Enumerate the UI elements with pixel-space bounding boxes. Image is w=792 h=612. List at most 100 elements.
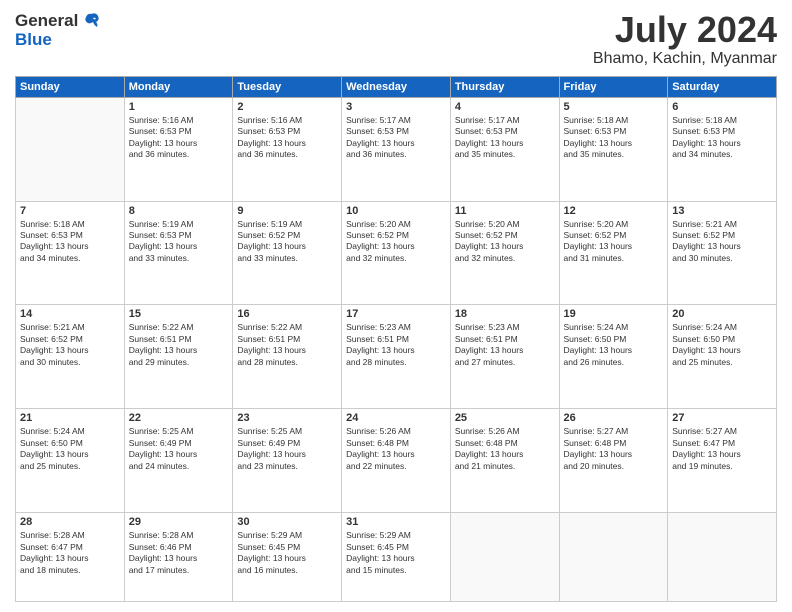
table-row: 11Sunrise: 5:20 AM Sunset: 6:52 PM Dayli… bbox=[450, 201, 559, 305]
day-number: 24 bbox=[346, 412, 446, 424]
table-row: 25 Sunrise: 5:26 AM Sunset: 6:48 PM Dayli… bbox=[450, 409, 559, 513]
day-info: Sunrise: 5:28 AM Sunset: 6:47 PM Dayligh… bbox=[20, 530, 120, 576]
table-row bbox=[16, 97, 125, 201]
calendar-week-row: 21 Sunrise: 5:24 AM Sunset: 6:50 PM Dayli… bbox=[16, 409, 777, 513]
title-section: July 2024 Bhamo, Kachin, Myanmar bbox=[593, 10, 777, 68]
table-row: 1 Sunrise: 5:16 AM Sunset: 6:53 PM Daylig… bbox=[124, 97, 233, 201]
table-row: 18 Sunrise: 5:23 AM Sunset: 6:51 PM Dayli… bbox=[450, 305, 559, 409]
day-number: 13 bbox=[672, 205, 772, 217]
day-info: Sunrise: 5:16 AM Sunset: 6:53 PM Dayligh… bbox=[129, 115, 229, 161]
day-number: 26 bbox=[564, 412, 664, 424]
header-tuesday: Tuesday bbox=[233, 76, 342, 97]
table-row bbox=[450, 513, 559, 602]
logo-general: General bbox=[15, 11, 78, 31]
table-row: 3 Sunrise: 5:17 AM Sunset: 6:53 PM Daylig… bbox=[342, 97, 451, 201]
day-number: 21 bbox=[20, 412, 120, 424]
day-info: Sunrise: 5:22 AM Sunset: 6:51 PM Dayligh… bbox=[237, 322, 337, 368]
day-number: 3 bbox=[346, 101, 446, 113]
day-info: Sunrise: 5:23 AM Sunset: 6:51 PM Dayligh… bbox=[455, 322, 555, 368]
day-info: Sunrise: 5:24 AM Sunset: 6:50 PM Dayligh… bbox=[672, 322, 772, 368]
day-number: 7 bbox=[20, 205, 120, 217]
header-thursday: Thursday bbox=[450, 76, 559, 97]
table-row: 9Sunrise: 5:19 AM Sunset: 6:52 PM Daylig… bbox=[233, 201, 342, 305]
table-row: 10Sunrise: 5:20 AM Sunset: 6:52 PM Dayli… bbox=[342, 201, 451, 305]
day-info: Sunrise: 5:16 AM Sunset: 6:53 PM Dayligh… bbox=[237, 115, 337, 161]
table-row: 5 Sunrise: 5:18 AM Sunset: 6:53 PM Daylig… bbox=[559, 97, 668, 201]
day-number: 18 bbox=[455, 308, 555, 320]
day-info: Sunrise: 5:19 AM Sunset: 6:53 PM Dayligh… bbox=[129, 219, 229, 265]
header-friday: Friday bbox=[559, 76, 668, 97]
day-number: 20 bbox=[672, 308, 772, 320]
day-number: 2 bbox=[237, 101, 337, 113]
table-row: 31Sunrise: 5:29 AM Sunset: 6:45 PM Dayli… bbox=[342, 513, 451, 602]
day-info: Sunrise: 5:23 AM Sunset: 6:51 PM Dayligh… bbox=[346, 322, 446, 368]
day-number: 23 bbox=[237, 412, 337, 424]
header-sunday: Sunday bbox=[16, 76, 125, 97]
day-number: 28 bbox=[20, 516, 120, 528]
calendar-table: Sunday Monday Tuesday Wednesday Thursday… bbox=[15, 76, 777, 602]
day-info: Sunrise: 5:29 AM Sunset: 6:45 PM Dayligh… bbox=[346, 530, 446, 576]
table-row: 21 Sunrise: 5:24 AM Sunset: 6:50 PM Dayli… bbox=[16, 409, 125, 513]
day-info: Sunrise: 5:18 AM Sunset: 6:53 PM Dayligh… bbox=[564, 115, 664, 161]
day-number: 25 bbox=[455, 412, 555, 424]
day-info: Sunrise: 5:27 AM Sunset: 6:47 PM Dayligh… bbox=[672, 426, 772, 472]
day-number: 17 bbox=[346, 308, 446, 320]
day-info: Sunrise: 5:25 AM Sunset: 6:49 PM Dayligh… bbox=[129, 426, 229, 472]
day-info: Sunrise: 5:24 AM Sunset: 6:50 PM Dayligh… bbox=[20, 426, 120, 472]
page-header: General Blue July 2024 Bhamo, Kachin, My… bbox=[15, 10, 777, 68]
day-info: Sunrise: 5:20 AM Sunset: 6:52 PM Dayligh… bbox=[455, 219, 555, 265]
table-row: 30 Sunrise: 5:29 AM Sunset: 6:45 PM Dayli… bbox=[233, 513, 342, 602]
header-monday: Monday bbox=[124, 76, 233, 97]
table-row: 23Sunrise: 5:25 AM Sunset: 6:49 PM Dayli… bbox=[233, 409, 342, 513]
table-row: 17 Sunrise: 5:23 AM Sunset: 6:51 PM Dayli… bbox=[342, 305, 451, 409]
table-row: 4Sunrise: 5:17 AM Sunset: 6:53 PM Daylig… bbox=[450, 97, 559, 201]
table-row: 20 Sunrise: 5:24 AM Sunset: 6:50 PM Dayli… bbox=[668, 305, 777, 409]
table-row: 19Sunrise: 5:24 AM Sunset: 6:50 PM Dayli… bbox=[559, 305, 668, 409]
logo-bird-icon bbox=[80, 10, 102, 32]
table-row bbox=[559, 513, 668, 602]
day-number: 8 bbox=[129, 205, 229, 217]
table-row: 22 Sunrise: 5:25 AM Sunset: 6:49 PM Dayli… bbox=[124, 409, 233, 513]
table-row: 28 Sunrise: 5:28 AM Sunset: 6:47 PM Dayli… bbox=[16, 513, 125, 602]
table-row: 26 Sunrise: 5:27 AM Sunset: 6:48 PM Dayli… bbox=[559, 409, 668, 513]
table-row: 6Sunrise: 5:18 AM Sunset: 6:53 PM Daylig… bbox=[668, 97, 777, 201]
table-row bbox=[668, 513, 777, 602]
day-number: 30 bbox=[237, 516, 337, 528]
day-number: 22 bbox=[129, 412, 229, 424]
day-number: 4 bbox=[455, 101, 555, 113]
day-info: Sunrise: 5:17 AM Sunset: 6:53 PM Dayligh… bbox=[346, 115, 446, 161]
logo: General Blue bbox=[15, 10, 102, 50]
day-number: 10 bbox=[346, 205, 446, 217]
logo-blue: Blue bbox=[15, 30, 52, 50]
day-info: Sunrise: 5:20 AM Sunset: 6:52 PM Dayligh… bbox=[564, 219, 664, 265]
day-number: 1 bbox=[129, 101, 229, 113]
day-number: 16 bbox=[237, 308, 337, 320]
calendar-week-row: 1 Sunrise: 5:16 AM Sunset: 6:53 PM Daylig… bbox=[16, 97, 777, 201]
month-year-title: July 2024 bbox=[593, 10, 777, 50]
day-number: 5 bbox=[564, 101, 664, 113]
table-row: 12Sunrise: 5:20 AM Sunset: 6:52 PM Dayli… bbox=[559, 201, 668, 305]
calendar-week-row: 7 Sunrise: 5:18 AM Sunset: 6:53 PM Daylig… bbox=[16, 201, 777, 305]
day-info: Sunrise: 5:24 AM Sunset: 6:50 PM Dayligh… bbox=[564, 322, 664, 368]
calendar-header-row: Sunday Monday Tuesday Wednesday Thursday… bbox=[16, 76, 777, 97]
calendar-week-row: 14 Sunrise: 5:21 AM Sunset: 6:52 PM Dayli… bbox=[16, 305, 777, 409]
table-row: 24 Sunrise: 5:26 AM Sunset: 6:48 PM Dayli… bbox=[342, 409, 451, 513]
day-info: Sunrise: 5:26 AM Sunset: 6:48 PM Dayligh… bbox=[455, 426, 555, 472]
table-row: 2 Sunrise: 5:16 AM Sunset: 6:53 PM Daylig… bbox=[233, 97, 342, 201]
day-info: Sunrise: 5:27 AM Sunset: 6:48 PM Dayligh… bbox=[564, 426, 664, 472]
day-info: Sunrise: 5:21 AM Sunset: 6:52 PM Dayligh… bbox=[20, 322, 120, 368]
day-info: Sunrise: 5:29 AM Sunset: 6:45 PM Dayligh… bbox=[237, 530, 337, 576]
day-number: 27 bbox=[672, 412, 772, 424]
header-wednesday: Wednesday bbox=[342, 76, 451, 97]
day-info: Sunrise: 5:18 AM Sunset: 6:53 PM Dayligh… bbox=[672, 115, 772, 161]
day-number: 14 bbox=[20, 308, 120, 320]
table-row: 29Sunrise: 5:28 AM Sunset: 6:46 PM Dayli… bbox=[124, 513, 233, 602]
day-info: Sunrise: 5:19 AM Sunset: 6:52 PM Dayligh… bbox=[237, 219, 337, 265]
day-info: Sunrise: 5:26 AM Sunset: 6:48 PM Dayligh… bbox=[346, 426, 446, 472]
day-info: Sunrise: 5:18 AM Sunset: 6:53 PM Dayligh… bbox=[20, 219, 120, 265]
day-info: Sunrise: 5:21 AM Sunset: 6:52 PM Dayligh… bbox=[672, 219, 772, 265]
table-row: 14 Sunrise: 5:21 AM Sunset: 6:52 PM Dayli… bbox=[16, 305, 125, 409]
table-row: 7 Sunrise: 5:18 AM Sunset: 6:53 PM Daylig… bbox=[16, 201, 125, 305]
location-subtitle: Bhamo, Kachin, Myanmar bbox=[593, 50, 777, 68]
table-row: 15Sunrise: 5:22 AM Sunset: 6:51 PM Dayli… bbox=[124, 305, 233, 409]
